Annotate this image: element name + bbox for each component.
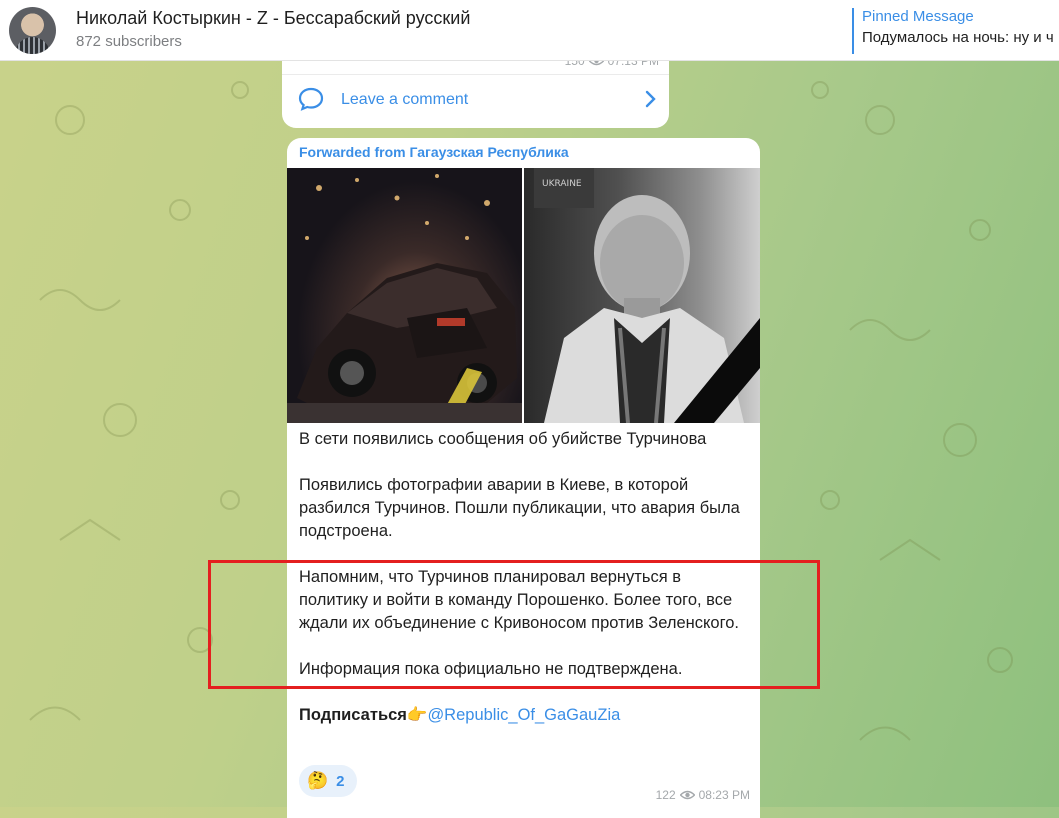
pinned-message-text: Подумалось на ночь: ну и ч: [862, 29, 1054, 46]
pinned-message-title: Pinned Message: [862, 8, 974, 25]
message-paragraph-1: В сети появились сообщения об убийстве Т…: [299, 430, 707, 448]
leave-comment-label: Leave a comment: [341, 91, 469, 108]
reaction-thinking[interactable]: 🤔 2: [299, 765, 357, 797]
channel-avatar[interactable]: [9, 7, 56, 54]
crashed-car-photo[interactable]: [287, 168, 522, 423]
eye-icon: [679, 790, 695, 800]
leave-comment-button[interactable]: Leave a comment: [282, 74, 669, 123]
photo-sign-text: UKRAINE: [542, 179, 582, 189]
forwarded-message: Forwarded from Гагаузская Республика UKR…: [287, 138, 760, 818]
subscribe-line: Подписаться👉@Republic_Of_GaGauZia: [299, 704, 751, 727]
message-meta: 122 08:23 PM: [656, 788, 750, 802]
crashed-car-illustration: [287, 174, 522, 423]
message-photo[interactable]: UKRAINE: [287, 168, 760, 423]
comment-icon: [298, 87, 324, 111]
message-time: 08:23 PM: [698, 788, 750, 802]
subscribe-label: Подписаться: [299, 706, 407, 724]
message-paragraph-3: Напомним, что Турчинов планировал вернут…: [299, 568, 739, 632]
subscriber-count: 872 subscribers: [76, 33, 182, 50]
message-body: В сети появились сообщения об убийстве Т…: [299, 428, 751, 750]
previous-message: 150 07:13 PM Leave a comment: [282, 50, 669, 128]
channel-title[interactable]: Николай Костыркин - Z - Бессарабский рус…: [76, 8, 470, 29]
reaction-count: 2: [336, 772, 345, 790]
channel-link[interactable]: @Republic_Of_GaGauZia: [427, 706, 620, 724]
pointing-hand-icon: 👉: [406, 706, 428, 724]
pinned-message[interactable]: Pinned Message Подумалось на ночь: ну и …: [852, 8, 1059, 54]
channel-header[interactable]: Николай Костыркин - Z - Бессарабский рус…: [0, 0, 1059, 61]
portrait-photo[interactable]: UKRAINE: [524, 168, 760, 423]
message-paragraph-2: Появились фотографии аварии в Киеве, в к…: [299, 476, 740, 540]
forwarded-from-link[interactable]: Forwarded from Гагаузская Республика: [299, 144, 569, 160]
avatar-figure: [15, 37, 50, 54]
message-paragraph-4: Информация пока официально не подтвержде…: [299, 660, 683, 678]
thinking-face-icon: 🤔: [307, 771, 329, 790]
chevron-right-icon: [645, 90, 656, 108]
portrait-illustration: UKRAINE: [534, 168, 760, 423]
message-views: 122: [655, 788, 676, 802]
